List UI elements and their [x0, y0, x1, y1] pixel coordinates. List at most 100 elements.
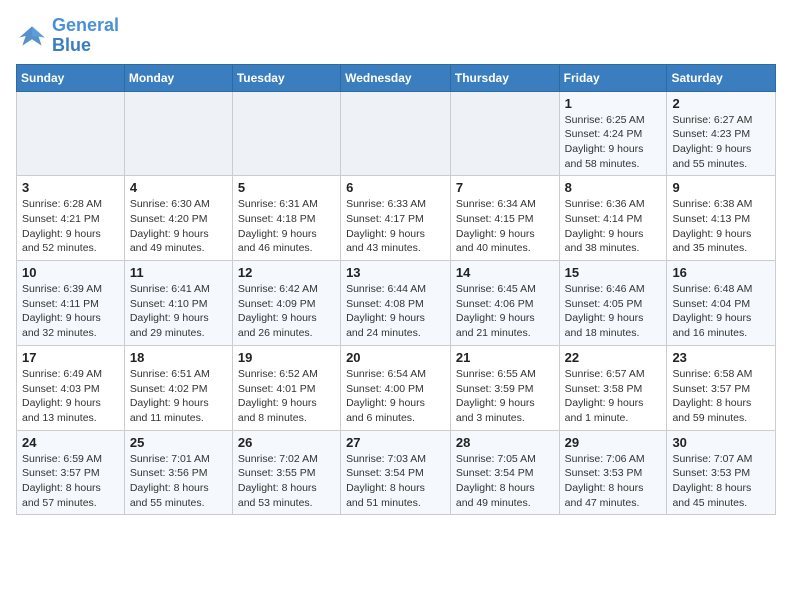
calendar-cell: 24 Sunrise: 6:59 AMSunset: 3:57 PMDayligh…: [17, 430, 125, 515]
day-info: Sunrise: 6:49 AMSunset: 4:03 PMDaylight:…: [22, 367, 119, 426]
day-number: 8: [565, 180, 662, 195]
calendar-cell: [341, 91, 451, 176]
day-number: 22: [565, 350, 662, 365]
day-header-saturday: Saturday: [667, 64, 776, 91]
day-header-wednesday: Wednesday: [341, 64, 451, 91]
calendar-body: 1 Sunrise: 6:25 AMSunset: 4:24 PMDaylight…: [17, 91, 776, 515]
calendar-cell: [232, 91, 340, 176]
calendar-cell: 11 Sunrise: 6:41 AMSunset: 4:10 PMDayligh…: [124, 261, 232, 346]
day-number: 26: [238, 435, 335, 450]
day-info: Sunrise: 6:42 AMSunset: 4:09 PMDaylight:…: [238, 282, 335, 341]
day-info: Sunrise: 6:57 AMSunset: 3:58 PMDaylight:…: [565, 367, 662, 426]
day-info: Sunrise: 6:33 AMSunset: 4:17 PMDaylight:…: [346, 197, 445, 256]
day-info: Sunrise: 7:03 AMSunset: 3:54 PMDaylight:…: [346, 452, 445, 511]
calendar-cell: 18Sunrise: 6:51 AMSunset: 4:02 PMDayligh…: [124, 345, 232, 430]
day-number: 1: [565, 96, 662, 111]
day-number: 29: [565, 435, 662, 450]
day-info: Sunrise: 6:59 AMSunset: 3:57 PMDaylight:…: [22, 452, 119, 511]
day-info: Sunrise: 6:48 AMSunset: 4:04 PMDaylight:…: [672, 282, 770, 341]
calendar-cell: [124, 91, 232, 176]
day-info: Sunrise: 6:25 AMSunset: 4:24 PMDaylight:…: [565, 113, 662, 172]
day-number: 7: [456, 180, 554, 195]
calendar-cell: 13Sunrise: 6:44 AMSunset: 4:08 PMDayligh…: [341, 261, 451, 346]
calendar-cell: 1 Sunrise: 6:25 AMSunset: 4:24 PMDaylight…: [559, 91, 667, 176]
day-number: 10: [22, 265, 119, 280]
day-info: Sunrise: 6:28 AMSunset: 4:21 PMDaylight:…: [22, 197, 119, 256]
day-info: Sunrise: 6:31 AMSunset: 4:18 PMDaylight:…: [238, 197, 335, 256]
day-info: Sunrise: 6:55 AMSunset: 3:59 PMDaylight:…: [456, 367, 554, 426]
day-info: Sunrise: 7:07 AMSunset: 3:53 PMDaylight:…: [672, 452, 770, 511]
day-number: 13: [346, 265, 445, 280]
day-number: 11: [130, 265, 227, 280]
day-info: Sunrise: 7:05 AMSunset: 3:54 PMDaylight:…: [456, 452, 554, 511]
calendar-cell: 17 Sunrise: 6:49 AMSunset: 4:03 PMDayligh…: [17, 345, 125, 430]
calendar-cell: 20Sunrise: 6:54 AMSunset: 4:00 PMDayligh…: [341, 345, 451, 430]
calendar-table: SundayMondayTuesdayWednesdayThursdayFrid…: [16, 64, 776, 516]
day-info: Sunrise: 6:30 AMSunset: 4:20 PMDaylight:…: [130, 197, 227, 256]
calendar-cell: 28 Sunrise: 7:05 AMSunset: 3:54 PMDayligh…: [450, 430, 559, 515]
calendar-cell: 3 Sunrise: 6:28 AMSunset: 4:21 PMDaylight…: [17, 176, 125, 261]
calendar-header: SundayMondayTuesdayWednesdayThursdayFrid…: [17, 64, 776, 91]
calendar-cell: 25 Sunrise: 7:01 AMSunset: 3:56 PMDayligh…: [124, 430, 232, 515]
calendar-week-4: 17 Sunrise: 6:49 AMSunset: 4:03 PMDayligh…: [17, 345, 776, 430]
day-header-sunday: Sunday: [17, 64, 125, 91]
calendar-week-1: 1 Sunrise: 6:25 AMSunset: 4:24 PMDaylight…: [17, 91, 776, 176]
calendar-cell: 9 Sunrise: 6:38 AMSunset: 4:13 PMDaylight…: [667, 176, 776, 261]
calendar-cell: 14 Sunrise: 6:45 AMSunset: 4:06 PMDayligh…: [450, 261, 559, 346]
day-info: Sunrise: 6:58 AMSunset: 3:57 PMDaylight:…: [672, 367, 770, 426]
calendar-cell: 29 Sunrise: 7:06 AMSunset: 3:53 PMDayligh…: [559, 430, 667, 515]
day-number: 12: [238, 265, 335, 280]
day-info: Sunrise: 6:41 AMSunset: 4:10 PMDaylight:…: [130, 282, 227, 341]
calendar-cell: 30 Sunrise: 7:07 AMSunset: 3:53 PMDayligh…: [667, 430, 776, 515]
calendar-cell: 22 Sunrise: 6:57 AMSunset: 3:58 PMDayligh…: [559, 345, 667, 430]
day-info: Sunrise: 7:01 AMSunset: 3:56 PMDaylight:…: [130, 452, 227, 511]
calendar-cell: 10Sunrise: 6:39 AMSunset: 4:11 PMDayligh…: [17, 261, 125, 346]
day-number: 21: [456, 350, 554, 365]
calendar-cell: [450, 91, 559, 176]
day-number: 27: [346, 435, 445, 450]
day-number: 24: [22, 435, 119, 450]
day-number: 15: [565, 265, 662, 280]
day-number: 18: [130, 350, 227, 365]
day-info: Sunrise: 7:02 AMSunset: 3:55 PMDaylight:…: [238, 452, 335, 511]
calendar-cell: [17, 91, 125, 176]
day-number: 14: [456, 265, 554, 280]
calendar-cell: 8 Sunrise: 6:36 AMSunset: 4:14 PMDaylight…: [559, 176, 667, 261]
header: General Blue: [16, 16, 776, 56]
day-info: Sunrise: 6:27 AMSunset: 4:23 PMDaylight:…: [672, 113, 770, 172]
day-number: 19: [238, 350, 335, 365]
day-header-friday: Friday: [559, 64, 667, 91]
day-number: 20: [346, 350, 445, 365]
day-number: 25: [130, 435, 227, 450]
calendar-cell: 27 Sunrise: 7:03 AMSunset: 3:54 PMDayligh…: [341, 430, 451, 515]
logo-text: General Blue: [52, 16, 119, 56]
day-info: Sunrise: 6:36 AMSunset: 4:14 PMDaylight:…: [565, 197, 662, 256]
day-number: 3: [22, 180, 119, 195]
day-info: Sunrise: 6:52 AMSunset: 4:01 PMDaylight:…: [238, 367, 335, 426]
day-info: Sunrise: 6:45 AMSunset: 4:06 PMDaylight:…: [456, 282, 554, 341]
calendar-cell: 23 Sunrise: 6:58 AMSunset: 3:57 PMDayligh…: [667, 345, 776, 430]
calendar-cell: 4Sunrise: 6:30 AMSunset: 4:20 PMDaylight…: [124, 176, 232, 261]
day-number: 9: [672, 180, 770, 195]
day-number: 2: [672, 96, 770, 111]
day-number: 17: [22, 350, 119, 365]
day-number: 23: [672, 350, 770, 365]
day-header-thursday: Thursday: [450, 64, 559, 91]
day-info: Sunrise: 6:38 AMSunset: 4:13 PMDaylight:…: [672, 197, 770, 256]
calendar-cell: 12 Sunrise: 6:42 AMSunset: 4:09 PMDayligh…: [232, 261, 340, 346]
calendar-week-3: 10Sunrise: 6:39 AMSunset: 4:11 PMDayligh…: [17, 261, 776, 346]
calendar-cell: 5 Sunrise: 6:31 AMSunset: 4:18 PMDaylight…: [232, 176, 340, 261]
calendar-cell: 21 Sunrise: 6:55 AMSunset: 3:59 PMDayligh…: [450, 345, 559, 430]
logo: General Blue: [16, 16, 119, 56]
calendar-cell: 6 Sunrise: 6:33 AMSunset: 4:17 PMDaylight…: [341, 176, 451, 261]
day-number: 28: [456, 435, 554, 450]
day-number: 6: [346, 180, 445, 195]
day-header-tuesday: Tuesday: [232, 64, 340, 91]
day-number: 5: [238, 180, 335, 195]
calendar-cell: 15Sunrise: 6:46 AMSunset: 4:05 PMDayligh…: [559, 261, 667, 346]
day-number: 30: [672, 435, 770, 450]
calendar-cell: 2 Sunrise: 6:27 AMSunset: 4:23 PMDaylight…: [667, 91, 776, 176]
day-info: Sunrise: 6:34 AMSunset: 4:15 PMDaylight:…: [456, 197, 554, 256]
day-info: Sunrise: 7:06 AMSunset: 3:53 PMDaylight:…: [565, 452, 662, 511]
calendar-week-5: 24 Sunrise: 6:59 AMSunset: 3:57 PMDayligh…: [17, 430, 776, 515]
